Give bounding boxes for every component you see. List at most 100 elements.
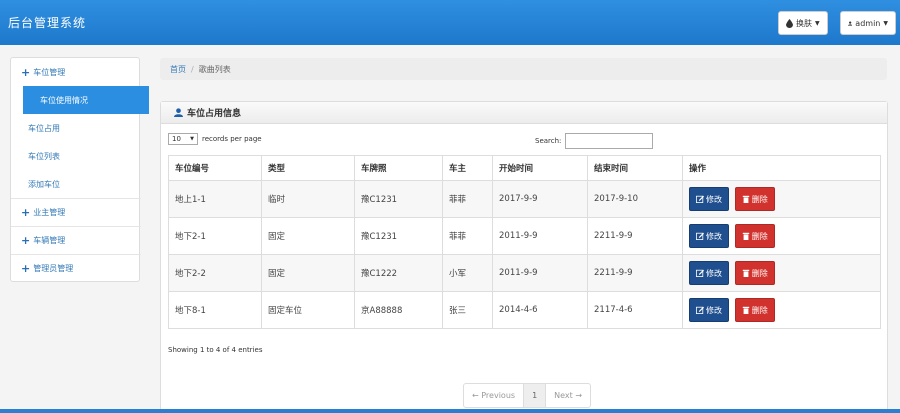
trash-icon (742, 306, 749, 314)
cell-start: 2011-9-9 (492, 217, 588, 255)
edit-button[interactable]: 修改 (689, 224, 729, 248)
table-row: 地下8-1 固定车位 京A88888 张三 2014-4-6 2117-4-6 … (168, 291, 881, 329)
column-header[interactable]: 开始时间 (492, 155, 588, 181)
cell-actions: 修改 删除 (682, 180, 881, 218)
column-header: 操作 (682, 155, 881, 181)
sidebar-group-label: 业主管理 (33, 208, 66, 217)
bottom-border (0, 409, 900, 413)
sidebar-item-label: 添加车位 (28, 179, 60, 189)
sidebar-group-parking[interactable]: + 车位管理 (11, 58, 141, 86)
cell-type: 临时 (261, 180, 355, 218)
trash-icon (742, 195, 749, 203)
cell-plate: 豫C1231 (354, 217, 443, 255)
table-row: 地上1-1 临时 豫C1231 菲菲 2017-9-9 2017-9-10 修改… (168, 180, 881, 218)
delete-button[interactable]: 删除 (734, 261, 775, 285)
edit-button[interactable]: 修改 (689, 261, 729, 285)
plus-icon: + (21, 206, 31, 219)
cell-end: 2211-9-9 (587, 217, 683, 255)
delete-label: 删除 (751, 305, 768, 315)
edit-label: 修改 (706, 268, 722, 278)
top-navbar: 后台管理系统 换肤 ▼ admin ▼ (0, 0, 900, 45)
sidebar-item-label: 车位占用 (28, 123, 60, 133)
user-menu-label: admin (855, 18, 881, 28)
edit-icon (696, 269, 704, 277)
page-length-value: 10 (172, 135, 181, 143)
pager-previous[interactable]: ← Previous (464, 384, 523, 407)
trash-icon (742, 232, 749, 240)
sidebar-item-usage[interactable]: 车位使用情况 (23, 86, 149, 114)
cell-owner: 菲菲 (442, 217, 493, 255)
column-header[interactable]: 结束时间 (587, 155, 683, 181)
edit-icon (696, 195, 704, 203)
delete-button[interactable]: 删除 (734, 298, 775, 322)
breadcrumb-current: 歌曲列表 (198, 64, 231, 74)
caret-down-icon: ▼ (883, 19, 888, 27)
pager-next[interactable]: Next → (546, 384, 590, 407)
breadcrumb: 首页 / 歌曲列表 (160, 58, 887, 80)
sidebar-item-list[interactable]: 车位列表 (11, 142, 141, 170)
page-length-select[interactable]: 10 ▼ (168, 133, 198, 145)
cell-start: 2011-9-9 (492, 254, 588, 292)
sidebar-group-label: 车位管理 (33, 67, 66, 77)
plus-icon: + (21, 234, 31, 247)
skin-button-label: 换肤 (796, 18, 812, 28)
edit-icon (696, 232, 704, 240)
cell-plate: 豫C1231 (354, 180, 443, 218)
sidebar-item-occupancy[interactable]: 车位占用 (11, 114, 141, 142)
edit-icon (696, 306, 704, 314)
table-row: 地下2-2 固定 豫C1222 小军 2011-9-9 2211-9-9 修改 … (168, 254, 881, 292)
delete-button[interactable]: 删除 (734, 187, 775, 211)
cell-end: 2117-4-6 (587, 291, 683, 329)
cell-space-id: 地下2-1 (168, 217, 262, 255)
cell-actions: 修改 删除 (682, 291, 881, 329)
pager-page[interactable]: 1 (523, 384, 547, 407)
user-menu-button[interactable]: admin ▼ (840, 11, 896, 35)
panel-title: 车位占用信息 (187, 109, 242, 119)
cell-type: 固定车位 (261, 291, 355, 329)
tint-icon (786, 18, 793, 28)
sidebar: + 车位管理 车位使用情况 车位占用 车位列表 添加车位 + 业主管理 + 车辆… (10, 57, 149, 282)
edit-label: 修改 (706, 194, 722, 204)
cell-type: 固定 (261, 217, 355, 255)
cell-owner: 菲菲 (442, 180, 493, 218)
sidebar-item-label: 车位使用情况 (40, 95, 88, 105)
cell-end: 2211-9-9 (587, 254, 683, 292)
edit-button[interactable]: 修改 (689, 298, 729, 322)
cell-start: 2014-4-6 (492, 291, 588, 329)
delete-label: 删除 (751, 268, 768, 278)
trash-icon (742, 269, 749, 277)
sidebar-group-vehicles[interactable]: + 车辆管理 (11, 226, 141, 254)
delete-label: 删除 (751, 231, 768, 241)
plus-icon: + (21, 262, 31, 275)
delete-button[interactable]: 删除 (734, 224, 775, 248)
search-input[interactable] (565, 133, 653, 149)
column-header[interactable]: 类型 (261, 155, 355, 181)
delete-label: 删除 (751, 194, 768, 204)
column-header[interactable]: 车位编号 (168, 155, 262, 181)
breadcrumb-separator: / (191, 64, 194, 74)
breadcrumb-home[interactable]: 首页 (170, 64, 186, 75)
skin-button[interactable]: 换肤 ▼ (778, 11, 828, 35)
column-header[interactable]: 车牌照 (354, 155, 443, 181)
edit-label: 修改 (706, 305, 722, 315)
cell-plate: 京A88888 (354, 291, 443, 329)
cell-owner: 张三 (442, 291, 493, 329)
sidebar-item-add[interactable]: 添加车位 (11, 170, 141, 198)
cell-space-id: 地下2-2 (168, 254, 262, 292)
sidebar-group-admins[interactable]: + 管理员管理 (11, 254, 141, 282)
cell-owner: 小军 (442, 254, 493, 292)
table-row: 地下2-1 固定 豫C1231 菲菲 2011-9-9 2211-9-9 修改 … (168, 217, 881, 255)
cell-plate: 豫C1222 (354, 254, 443, 292)
plus-icon: + (21, 65, 31, 79)
caret-down-icon: ▼ (190, 136, 194, 142)
edit-button[interactable]: 修改 (689, 187, 729, 211)
column-header[interactable]: 车主 (442, 155, 493, 181)
sidebar-group-owners[interactable]: + 业主管理 (11, 198, 141, 226)
cell-type: 固定 (261, 254, 355, 292)
pagination: ← Previous 1 Next → (463, 383, 592, 408)
occupancy-panel: 车位占用信息 10 ▼ records per page Search: 车位编… (160, 101, 888, 413)
sidebar-group-label: 车辆管理 (33, 236, 66, 245)
occupancy-table: 车位编号 类型 车牌照 车主 开始时间 结束时间 操作 地上1-1 临时 豫C1… (168, 155, 881, 329)
cell-actions: 修改 删除 (682, 254, 881, 292)
user-icon (174, 108, 183, 117)
